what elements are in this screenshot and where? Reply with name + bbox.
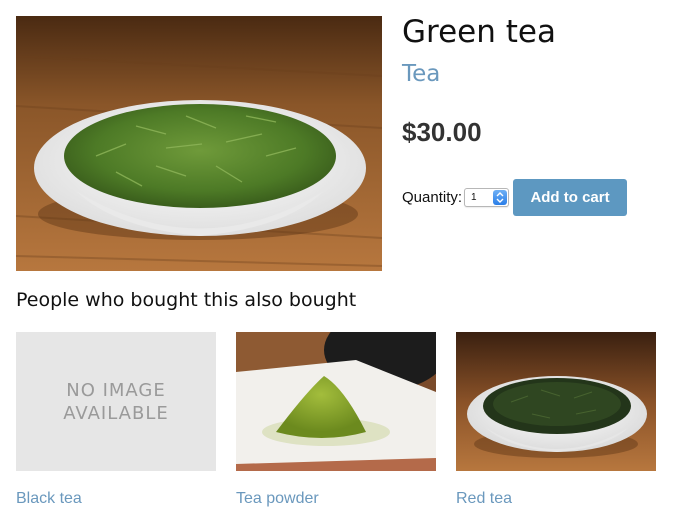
add-to-cart-form: Quantity: 1 Add to cart [402, 179, 628, 216]
product-title: Green tea [402, 14, 556, 50]
related-product-card: Tea powder [236, 332, 436, 508]
related-product-card: Red tea [456, 332, 656, 508]
related-product-name-link[interactable]: Red tea [456, 490, 656, 508]
related-product-card: NO IMAGE AVAILABLE Black tea [16, 332, 216, 508]
product-category-link[interactable]: Tea [402, 61, 440, 87]
product-image [16, 16, 382, 271]
quantity-label: Quantity: [402, 189, 463, 206]
red-tea-image [456, 332, 656, 471]
updown-arrows-icon[interactable] [493, 190, 508, 205]
related-product-name-link[interactable]: Black tea [16, 490, 216, 508]
add-to-cart-button[interactable]: Add to cart [513, 179, 628, 216]
tea-powder-image [236, 332, 436, 471]
related-product-name-link[interactable]: Tea powder [236, 490, 436, 508]
related-products-heading: People who bought this also bought [16, 289, 357, 311]
related-product-image-link[interactable] [236, 332, 436, 471]
quantity-select[interactable]: 1 [464, 188, 510, 207]
product-price: $30.00 [402, 117, 482, 147]
related-product-image-link[interactable]: NO IMAGE AVAILABLE [16, 332, 216, 471]
quantity-value: 1 [471, 192, 477, 203]
placeholder-text: NO IMAGE [66, 379, 166, 401]
product-page: Green tea Tea $30.00 Quantity: 1 Add to … [0, 0, 674, 520]
related-product-image-link[interactable] [456, 332, 656, 471]
no-image-placeholder: NO IMAGE AVAILABLE [16, 332, 216, 471]
placeholder-text: AVAILABLE [63, 402, 169, 424]
